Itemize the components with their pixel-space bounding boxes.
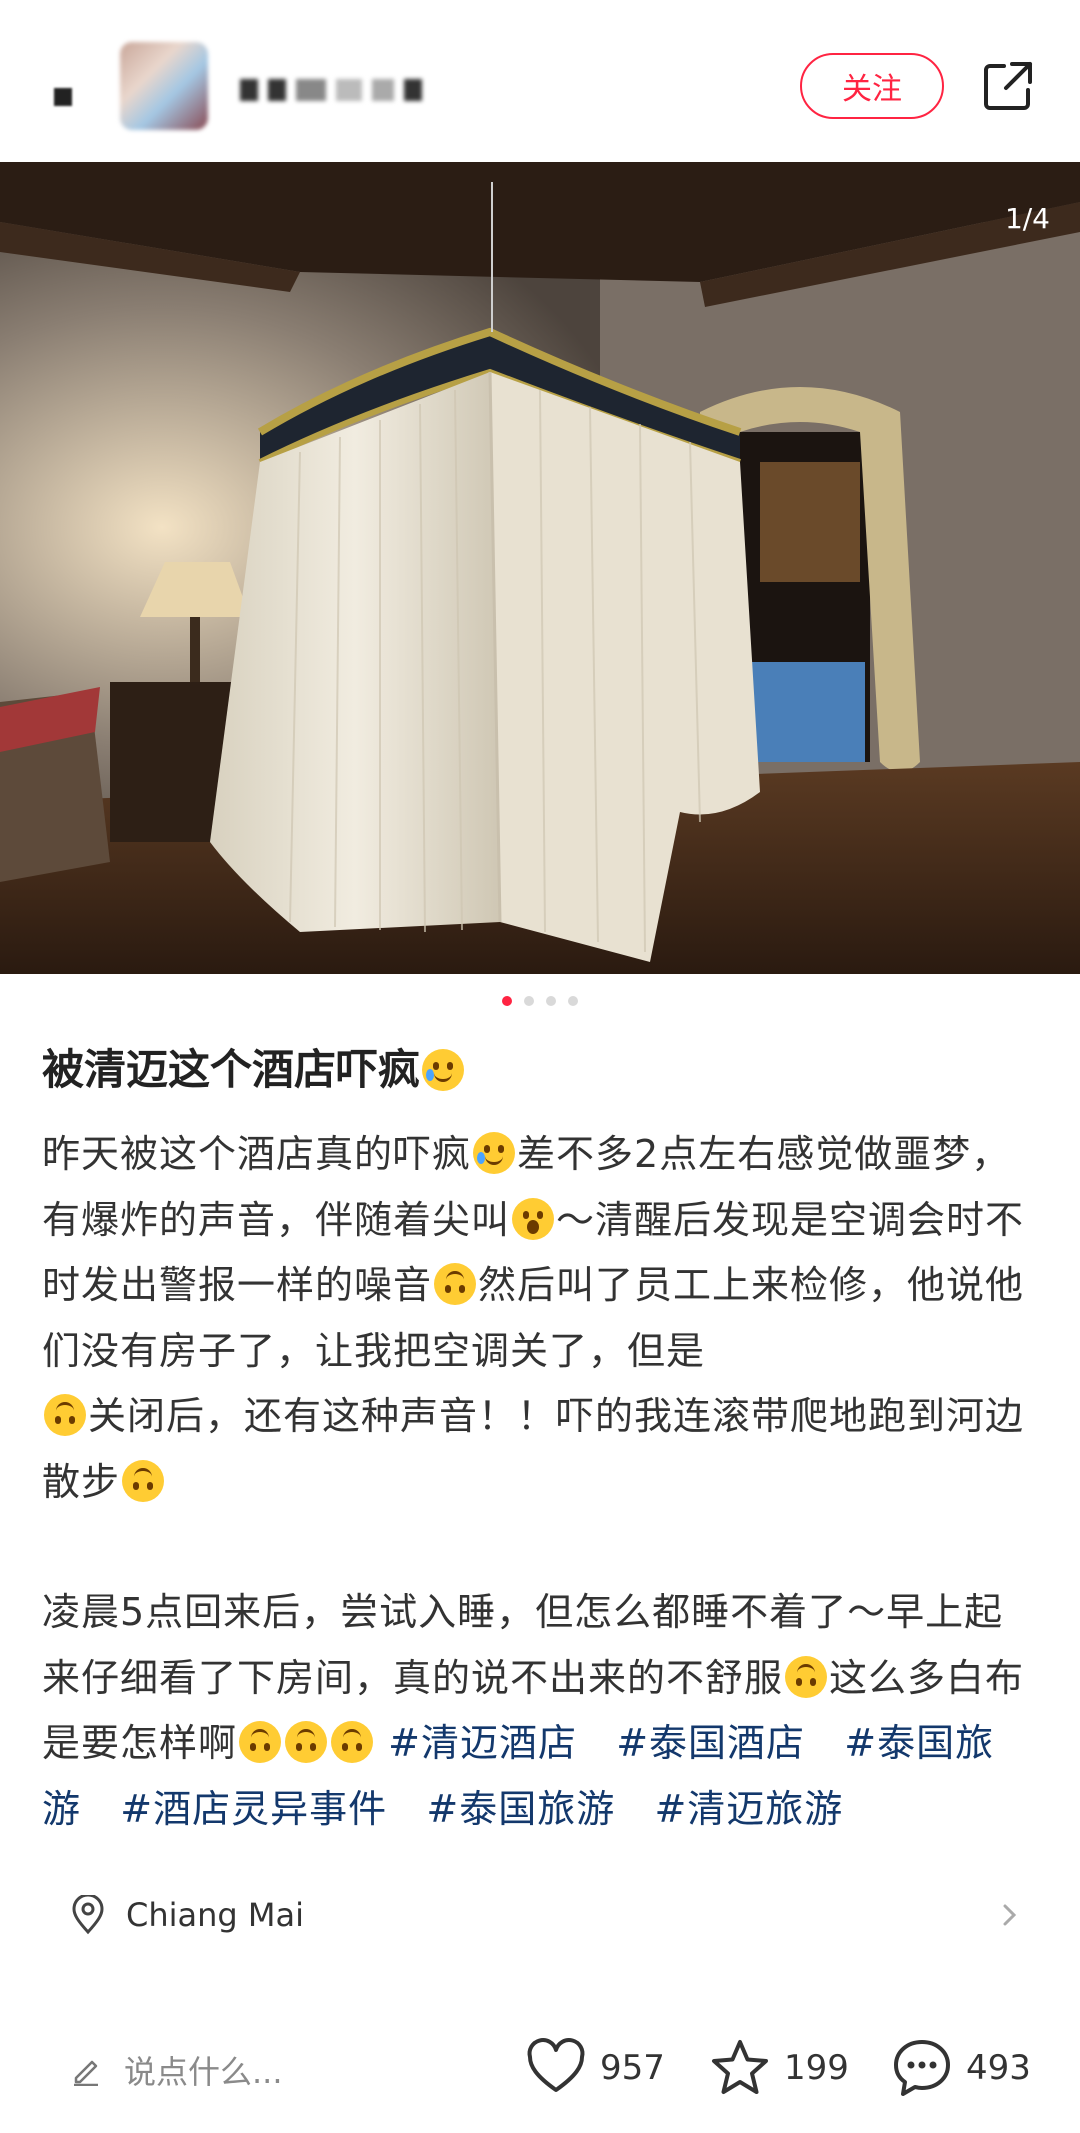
pagination-dot-active[interactable] (502, 996, 512, 1006)
comment-bubble-icon (894, 2040, 950, 2096)
pencil-icon (74, 2060, 98, 2086)
like-button[interactable]: 957 (524, 2034, 665, 2102)
bottom-action-bar: 说点什么... 957 199 493 (0, 2020, 1080, 2133)
location-pin-icon (72, 1895, 104, 1935)
comment-button[interactable]: 493 (890, 2034, 1031, 2102)
comment-count: 493 (966, 2048, 1031, 2088)
hashtag-link[interactable]: #泰国旅游 (426, 1787, 615, 1831)
author-name-redacted[interactable] (240, 72, 422, 108)
post-title: 被清迈这个酒店吓疯 (42, 1040, 1042, 1100)
comment-placeholder: 说点什么... (124, 2053, 283, 2091)
hashtag-link[interactable]: #泰国酒店 (616, 1721, 805, 1765)
share-icon (984, 62, 1032, 110)
collect-button[interactable]: 199 (708, 2034, 849, 2102)
upside-down-face-emoji-icon (331, 1721, 374, 1763)
pagination-dot[interactable] (524, 996, 534, 1006)
body-text: 昨天被这个酒店真的吓疯 (42, 1132, 472, 1176)
upside-down-face-emoji-icon (285, 1721, 328, 1763)
hashtag-link[interactable]: #酒店灵异事件 (120, 1787, 387, 1831)
follow-button[interactable]: 关注 (800, 53, 944, 119)
back-button[interactable] (44, 70, 84, 110)
heart-icon (527, 2038, 585, 2092)
upside-down-face-emoji-icon (44, 1394, 86, 1436)
chevron-right-icon (1003, 1904, 1017, 1926)
post-photo[interactable] (0, 162, 1080, 974)
location-row[interactable]: Chiang Mai (70, 1885, 1020, 1945)
collect-count: 199 (784, 2048, 849, 2088)
like-count: 957 (600, 2048, 665, 2088)
photo-pagination-dots (0, 996, 1080, 1006)
location-name: Chiang Mai (126, 1896, 304, 1934)
back-icon (54, 88, 72, 106)
comment-input[interactable]: 说点什么... (70, 2042, 530, 2098)
body-paragraph-2: 凌晨5点回来后，尝试入睡，但怎么都睡不着了～早上起来仔细看了下房间，真的说不出来… (42, 1580, 1042, 1842)
upside-down-face-emoji-icon (785, 1655, 828, 1698)
author-avatar[interactable] (120, 42, 208, 130)
share-button[interactable] (980, 58, 1036, 114)
upside-down-face-emoji-icon (122, 1459, 165, 1502)
hashtag-link[interactable]: #清迈旅游 (654, 1787, 843, 1831)
hashtag-link[interactable]: #清迈酒店 (388, 1721, 577, 1765)
scream-emoji-icon (512, 1197, 555, 1240)
photo-page-counter: 1/4 (1004, 202, 1050, 235)
star-icon (712, 2040, 768, 2094)
body-text: 关闭后，还有这种声音！！吓的我连滚带爬地跑到河边散步 (42, 1394, 1025, 1504)
post-header: 关注 (0, 0, 1080, 162)
crying-smile-emoji-icon (473, 1132, 516, 1174)
crying-smile-emoji-icon (422, 1049, 465, 1091)
post-title-text: 被清迈这个酒店吓疯 (42, 1045, 421, 1094)
hotel-room-image (0, 162, 1080, 974)
pagination-dot[interactable] (568, 996, 578, 1006)
body-paragraph-1: 昨天被这个酒店真的吓疯 差不多2点左右感觉做噩梦，有爆炸的声音，伴随着尖叫 ～清醒后… (42, 1122, 1042, 1515)
upside-down-face-emoji-icon (434, 1263, 477, 1305)
post-body: 昨天被这个酒店真的吓疯 差不多2点左右感觉做噩梦，有爆炸的声音，伴随着尖叫 ～清醒后… (42, 1122, 1042, 1842)
upside-down-face-emoji-icon (239, 1721, 282, 1763)
pagination-dot[interactable] (546, 996, 556, 1006)
